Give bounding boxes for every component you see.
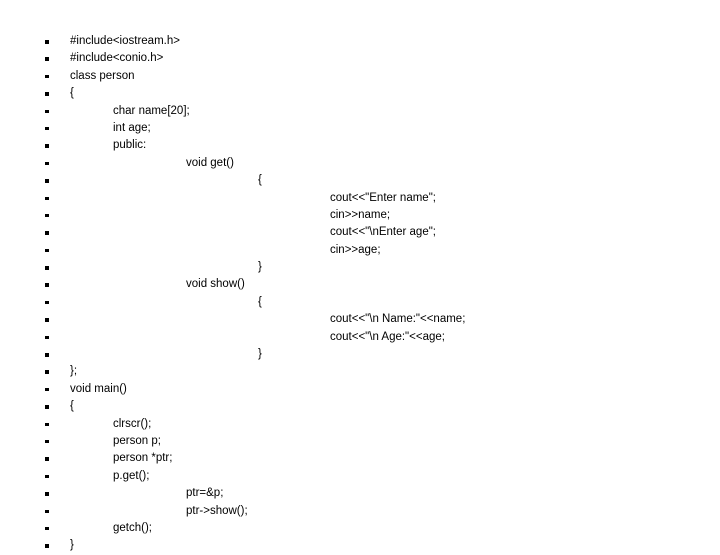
code-line-text: cout<<"\n Name:"<<name;	[330, 313, 466, 326]
code-line: {	[0, 294, 720, 311]
code-line-text: person p;	[113, 434, 161, 447]
code-line: }	[0, 346, 720, 363]
square-bullet-icon	[45, 492, 49, 496]
code-line-text: public:	[113, 139, 147, 152]
slide-canvas: #include<iostream.h> #include<conio.h> cla…	[0, 0, 720, 551]
code-line: cout<<"\n Age:"<<age;	[0, 329, 720, 346]
square-bullet-icon	[45, 318, 49, 322]
code-line: getch();	[0, 520, 720, 537]
code-line-text: void get()	[186, 156, 234, 169]
code-line-text: cout<<"\nEnter age";	[330, 226, 436, 239]
code-line: ptr->show();	[0, 503, 720, 520]
square-bullet-icon	[45, 248, 49, 253]
code-line: #include<conio.h>	[0, 50, 720, 67]
code-line: class person	[0, 68, 720, 85]
code-line-text: cin>>age;	[330, 243, 381, 256]
square-bullet-icon	[45, 439, 49, 444]
square-bullet-icon	[45, 40, 49, 44]
square-bullet-icon	[45, 544, 49, 548]
square-bullet-icon	[45, 283, 49, 287]
code-line-text: p.get();	[113, 469, 150, 482]
code-line-text: cin>>name;	[330, 208, 391, 221]
square-bullet-icon	[45, 109, 49, 114]
square-bullet-icon	[45, 57, 49, 61]
square-bullet-icon	[45, 179, 49, 183]
code-line: public:	[0, 137, 720, 154]
code-line-text: void show()	[186, 278, 245, 291]
code-line: void show()	[0, 276, 720, 293]
code-line: {	[0, 85, 720, 102]
code-line-text: cout<<"\n Age:"<<age;	[330, 330, 445, 343]
code-line-text: int age;	[113, 121, 151, 134]
code-line: cout<<"\nEnter age";	[0, 224, 720, 241]
square-bullet-icon	[45, 196, 49, 201]
code-line-text: {	[70, 400, 74, 413]
code-line: char name[20];	[0, 103, 720, 120]
square-bullet-icon	[45, 213, 49, 218]
square-bullet-icon	[45, 474, 49, 479]
code-line: #include<iostream.h>	[0, 33, 720, 50]
square-bullet-icon	[45, 74, 49, 79]
square-bullet-icon	[45, 422, 49, 427]
code-line: }	[0, 259, 720, 276]
square-bullet-icon	[45, 161, 49, 166]
code-line: ptr=&p;	[0, 485, 720, 502]
code-line: };	[0, 363, 720, 380]
code-bullet-list: #include<iostream.h> #include<conio.h> cla…	[0, 33, 720, 555]
code-line: cin>>age;	[0, 242, 720, 259]
code-line-text: person *ptr;	[113, 452, 173, 465]
code-line: void main()	[0, 381, 720, 398]
square-bullet-icon	[45, 509, 49, 514]
code-line: clrscr();	[0, 416, 720, 433]
square-bullet-icon	[45, 335, 49, 340]
code-line-text: };	[70, 365, 78, 378]
code-line-text: getch();	[113, 521, 152, 534]
square-bullet-icon	[45, 370, 49, 374]
code-line-text: cout<<"Enter name";	[330, 191, 436, 204]
square-bullet-icon	[45, 126, 49, 131]
square-bullet-icon	[45, 353, 49, 357]
code-line: {	[0, 172, 720, 189]
square-bullet-icon	[45, 387, 49, 392]
code-line-text: clrscr();	[113, 417, 152, 430]
code-line: void get()	[0, 155, 720, 172]
code-line: int age;	[0, 120, 720, 137]
code-line: {	[0, 398, 720, 415]
square-bullet-icon	[45, 457, 49, 461]
code-line-text: #include<conio.h>	[70, 52, 164, 65]
code-line: person *ptr;	[0, 450, 720, 467]
code-line-text: {	[258, 295, 262, 308]
square-bullet-icon	[45, 92, 49, 96]
square-bullet-icon	[45, 405, 49, 409]
code-line-text: char name[20];	[113, 104, 190, 117]
square-bullet-icon	[45, 231, 49, 235]
code-line-text: class person	[70, 69, 135, 82]
code-line-text: ptr->show();	[186, 504, 248, 517]
code-line-text: ptr=&p;	[186, 487, 224, 500]
square-bullet-icon	[45, 300, 49, 305]
code-line-text: {	[70, 87, 74, 100]
code-line-text: {	[258, 174, 262, 187]
code-line-text: }	[258, 348, 262, 361]
code-line: p.get();	[0, 468, 720, 485]
code-line-text: void main()	[70, 382, 127, 395]
square-bullet-icon	[45, 144, 49, 148]
square-bullet-icon	[45, 526, 49, 531]
code-line: person p;	[0, 433, 720, 450]
code-line: cin>>name;	[0, 207, 720, 224]
code-line: cout<<"\n Name:"<<name;	[0, 311, 720, 328]
code-line-text: }	[258, 261, 262, 274]
code-line: cout<<"Enter name";	[0, 190, 720, 207]
square-bullet-icon	[45, 266, 49, 270]
code-line-text: #include<iostream.h>	[70, 35, 180, 47]
